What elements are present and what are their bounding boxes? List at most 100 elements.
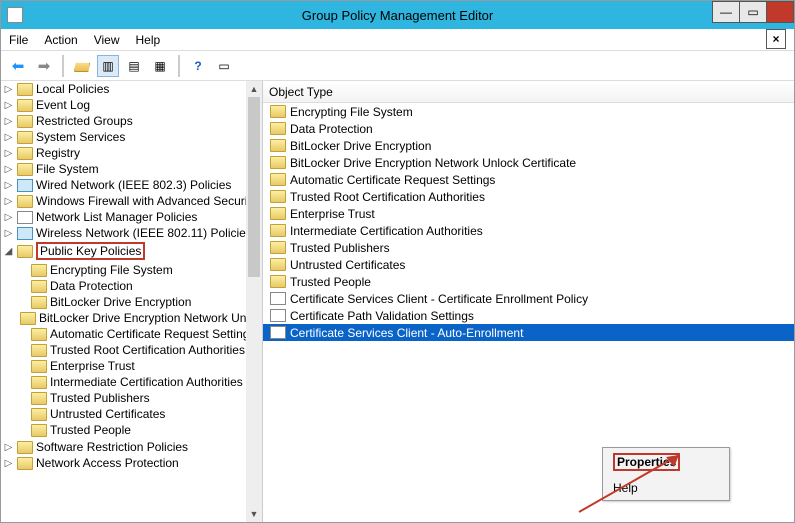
maximize-button[interactable]: ▭ bbox=[739, 1, 767, 23]
show-tree-button[interactable]: ▥ bbox=[97, 55, 119, 77]
export-button[interactable]: ▦ bbox=[149, 55, 171, 77]
list-item-label: Automatic Certificate Request Settings bbox=[290, 173, 495, 187]
tree-item[interactable]: ▷System Services bbox=[3, 129, 262, 145]
expander-icon[interactable]: ▷ bbox=[3, 212, 14, 223]
tree-item[interactable]: Trusted Root Certification Authorities bbox=[17, 342, 262, 358]
tree-item[interactable]: Intermediate Certification Authorities bbox=[17, 374, 262, 390]
menu-action[interactable]: Action bbox=[44, 33, 77, 47]
tree-item-label: Untrusted Certificates bbox=[50, 407, 165, 421]
list-header[interactable]: Object Type bbox=[263, 81, 794, 103]
list-item-label: Certificate Services Client - Certificat… bbox=[290, 292, 588, 306]
list-item[interactable]: Automatic Certificate Request Settings bbox=[263, 171, 794, 188]
properties-button[interactable]: ▤ bbox=[123, 55, 145, 77]
title-bar: Group Policy Management Editor — ▭ bbox=[1, 1, 794, 29]
menu-help[interactable]: Help bbox=[136, 33, 161, 47]
tree-item[interactable]: ▷ Network List Manager Policies bbox=[3, 209, 262, 225]
list-item[interactable]: Certificate Services Client - Auto-Enrol… bbox=[263, 324, 794, 341]
list-item[interactable]: BitLocker Drive Encryption Network Unloc… bbox=[263, 154, 794, 171]
list-item[interactable]: BitLocker Drive Encryption bbox=[263, 137, 794, 154]
tree-item[interactable]: ▷Event Log bbox=[3, 97, 262, 113]
expander-icon[interactable]: ▷ bbox=[3, 148, 14, 159]
tree-item-label: Wired Network (IEEE 802.3) Policies bbox=[36, 178, 231, 192]
tree-item[interactable]: ▷ Wired Network (IEEE 802.3) Policies bbox=[3, 177, 262, 193]
tree-item-label: Windows Firewall with Advanced Security bbox=[36, 194, 257, 208]
tree-item-label: Wireless Network (IEEE 802.11) Policies bbox=[36, 226, 252, 240]
tree-item-label: Network List Manager Policies bbox=[36, 210, 197, 224]
tree-item[interactable]: Trusted People bbox=[17, 422, 262, 438]
expander-icon[interactable]: ▷ bbox=[3, 228, 14, 239]
folder-icon bbox=[31, 408, 47, 421]
list-item[interactable]: Trusted Root Certification Authorities bbox=[263, 188, 794, 205]
close-button[interactable] bbox=[766, 1, 794, 23]
up-folder-button[interactable] bbox=[71, 55, 93, 77]
expander-icon[interactable]: ◢ bbox=[3, 246, 14, 257]
menu-view[interactable]: View bbox=[94, 33, 120, 47]
expander-icon[interactable]: ▷ bbox=[3, 196, 14, 207]
tree-pane[interactable]: ▷Local Policies▷Event Log▷Restricted Gro… bbox=[1, 81, 263, 522]
column-header[interactable]: Object Type bbox=[269, 85, 333, 99]
tree-item[interactable]: BitLocker Drive Encryption Network Unloc… bbox=[17, 310, 262, 326]
list-item[interactable]: Intermediate Certification Authorities bbox=[263, 222, 794, 239]
document-close-button[interactable]: × bbox=[766, 29, 786, 49]
tree-item[interactable]: Trusted Publishers bbox=[17, 390, 262, 406]
help-button[interactable]: ? bbox=[187, 55, 209, 77]
ctx-help[interactable]: Help bbox=[603, 476, 729, 500]
scroll-up-icon[interactable]: ▲ bbox=[246, 81, 262, 97]
list-item[interactable]: Certificate Path Validation Settings bbox=[263, 307, 794, 324]
minimize-button[interactable]: — bbox=[712, 1, 740, 23]
tree-item[interactable]: Automatic Certificate Request Settings bbox=[17, 326, 262, 342]
list-item[interactable]: Enterprise Trust bbox=[263, 205, 794, 222]
back-button[interactable]: ⬅ bbox=[7, 55, 29, 77]
tree-item[interactable]: ▷Registry bbox=[3, 145, 262, 161]
tree-item[interactable]: Encrypting File System bbox=[17, 262, 262, 278]
folder-icon bbox=[17, 441, 33, 454]
folder-icon bbox=[270, 105, 286, 118]
folder-icon bbox=[17, 115, 33, 128]
tree-item[interactable]: ▷Restricted Groups bbox=[3, 113, 262, 129]
scroll-down-icon[interactable]: ▼ bbox=[246, 506, 262, 522]
forward-button[interactable]: ➡ bbox=[33, 55, 55, 77]
tree-item[interactable]: Enterprise Trust bbox=[17, 358, 262, 374]
ctx-properties[interactable]: Properties bbox=[603, 448, 729, 476]
expander-icon[interactable]: ▷ bbox=[3, 100, 14, 111]
tree-item[interactable]: ▷ Wireless Network (IEEE 802.11) Policies bbox=[3, 225, 262, 241]
expander-icon[interactable]: ▷ bbox=[3, 84, 14, 95]
folder-icon bbox=[17, 147, 33, 160]
tree-item[interactable]: BitLocker Drive Encryption bbox=[17, 294, 262, 310]
tree-item[interactable]: ▷Software Restriction Policies bbox=[3, 439, 262, 455]
list-item[interactable]: Encrypting File System bbox=[263, 103, 794, 120]
menu-bar: File Action View Help bbox=[1, 29, 794, 51]
list-item[interactable]: Untrusted Certificates bbox=[263, 256, 794, 273]
expander-icon[interactable]: ▷ bbox=[3, 164, 14, 175]
expander-icon[interactable]: ▷ bbox=[3, 442, 14, 453]
expander-icon[interactable]: ▷ bbox=[3, 180, 14, 191]
tree-item[interactable]: ▷ Windows Firewall with Advanced Security bbox=[3, 193, 262, 209]
list-item-label: BitLocker Drive Encryption bbox=[290, 139, 431, 153]
list-item-label: BitLocker Drive Encryption Network Unloc… bbox=[290, 156, 576, 170]
tree-item[interactable]: ▷File System bbox=[3, 161, 262, 177]
list-item[interactable]: Trusted Publishers bbox=[263, 239, 794, 256]
tree-scrollbar[interactable]: ▲ ▼ bbox=[246, 81, 262, 522]
list-item[interactable]: Trusted People bbox=[263, 273, 794, 290]
folder-icon bbox=[270, 224, 286, 237]
folder-icon bbox=[31, 376, 47, 389]
separator bbox=[178, 55, 180, 77]
scroll-thumb[interactable] bbox=[248, 97, 260, 277]
tree-item[interactable]: ▷Local Policies bbox=[3, 81, 262, 97]
filter-button[interactable]: ▭ bbox=[213, 55, 235, 77]
tree-item-label: Encrypting File System bbox=[50, 263, 173, 277]
expander-icon[interactable]: ▷ bbox=[3, 132, 14, 143]
list-item[interactable]: Certificate Services Client - Certificat… bbox=[263, 290, 794, 307]
list-pane[interactable]: Object Type Encrypting File SystemData P… bbox=[263, 81, 794, 522]
list-item-label: Certificate Services Client - Auto-Enrol… bbox=[290, 326, 523, 340]
list-item[interactable]: Data Protection bbox=[263, 120, 794, 137]
menu-file[interactable]: File bbox=[9, 33, 28, 47]
expander-icon[interactable]: ▷ bbox=[3, 116, 14, 127]
tree-item[interactable]: ▷Network Access Protection bbox=[3, 455, 262, 471]
folder-icon bbox=[270, 207, 286, 220]
expander-icon[interactable]: ▷ bbox=[3, 458, 14, 469]
tree-item[interactable]: ◢Public Key Policies bbox=[3, 241, 262, 261]
tree-item[interactable]: Untrusted Certificates bbox=[17, 406, 262, 422]
tree-item-label: Data Protection bbox=[50, 279, 133, 293]
tree-item[interactable]: Data Protection bbox=[17, 278, 262, 294]
